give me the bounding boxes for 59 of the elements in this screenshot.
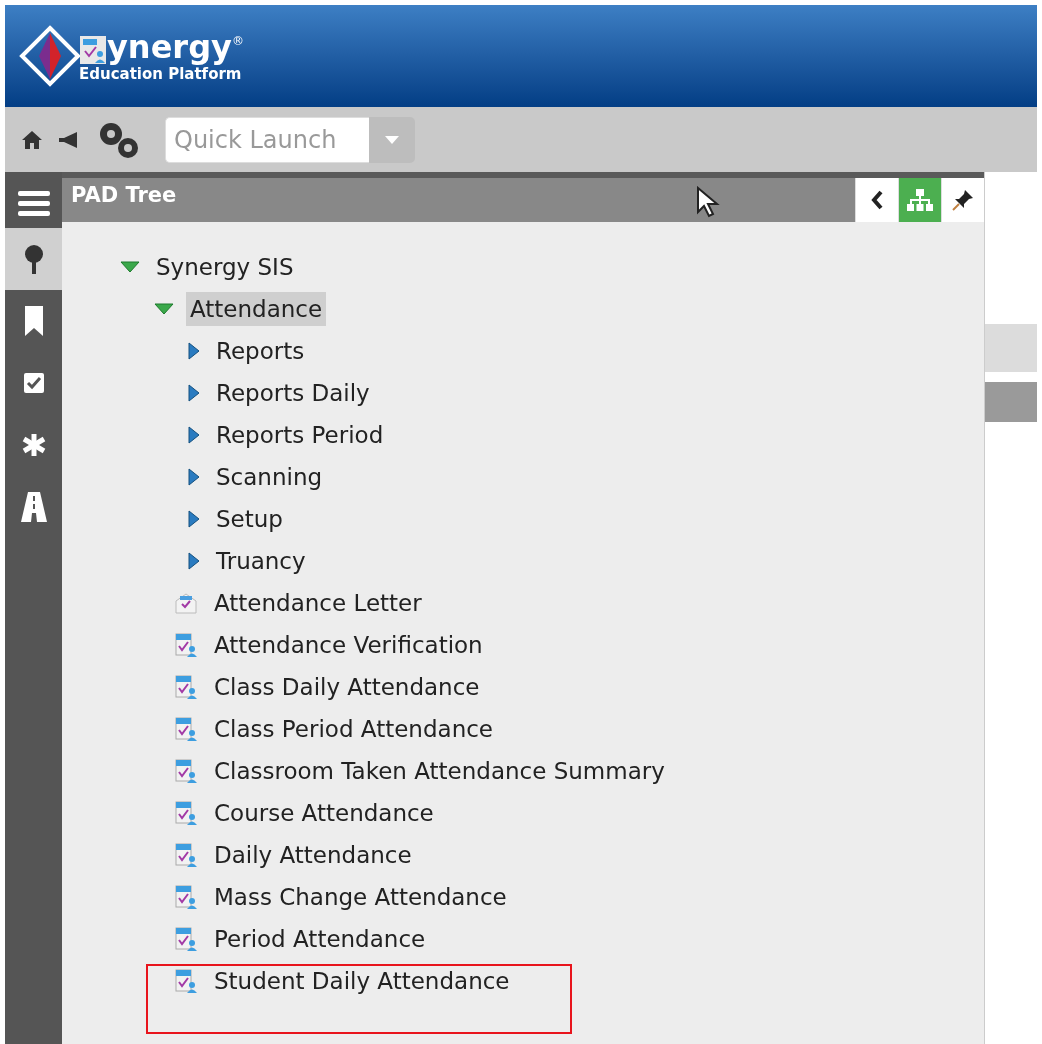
tree-item[interactable]: Mass Change Attendance <box>210 879 511 915</box>
road-icon <box>19 491 48 523</box>
checkbox-icon <box>22 371 45 395</box>
cursor-icon <box>696 186 722 218</box>
document-check-icon <box>174 926 198 952</box>
asterisk-icon <box>21 433 46 457</box>
envelope-icon <box>174 591 198 615</box>
tree-item[interactable]: Synergy SIS <box>152 249 298 285</box>
tree-item[interactable]: Course Attendance <box>210 795 438 831</box>
tree-item[interactable]: Daily Attendance <box>210 837 416 873</box>
pin-button[interactable] <box>941 178 984 222</box>
tree-item[interactable]: Student Daily Attendance <box>210 963 514 999</box>
tree-item[interactable]: Reports Period <box>212 417 388 453</box>
document-check-icon <box>174 632 198 658</box>
tree-item[interactable]: Attendance Letter <box>210 585 426 621</box>
logo-icon <box>19 25 81 87</box>
tree-item[interactable]: Truancy <box>212 543 310 579</box>
tree-item[interactable]: Attendance <box>186 291 327 327</box>
tree-item[interactable]: Scanning <box>212 459 327 495</box>
hierarchy-icon <box>906 188 934 212</box>
document-check-icon <box>174 674 198 700</box>
tree-item[interactable]: Period Attendance <box>210 921 430 957</box>
document-check-icon <box>174 968 198 994</box>
content-bar <box>985 324 1037 372</box>
trademark-mark: ® <box>231 34 244 47</box>
collapsed-arrow-icon[interactable] <box>188 552 200 570</box>
document-check-icon <box>174 884 198 910</box>
tree-item[interactable]: Class Daily Attendance <box>210 669 484 705</box>
content-bar <box>985 382 1037 422</box>
document-check-icon <box>174 842 198 868</box>
collapsed-arrow-icon[interactable] <box>188 426 200 444</box>
quick-launch-field[interactable]: Quick Launch <box>165 116 369 163</box>
expanded-arrow-icon[interactable] <box>154 303 174 315</box>
tree-item[interactable]: Attendance Verification <box>210 627 487 663</box>
tree-item[interactable]: Setup <box>212 501 287 537</box>
document-check-icon <box>174 716 198 742</box>
collapsed-arrow-icon[interactable] <box>188 342 200 360</box>
home-icon[interactable] <box>21 129 43 150</box>
collapse-button[interactable] <box>855 178 898 222</box>
collapsed-arrow-icon[interactable] <box>188 510 200 528</box>
chevron-left-icon <box>871 190 883 210</box>
tree-item[interactable]: Classroom Taken Attendance Summary <box>210 753 669 789</box>
bookmark-icon <box>22 304 45 338</box>
collapsed-arrow-icon[interactable] <box>188 384 200 402</box>
brand-name: ynergy <box>107 30 232 63</box>
brand-subtitle: Education Platform <box>79 66 243 82</box>
collapsed-arrow-icon[interactable] <box>188 468 200 486</box>
menu-icon[interactable] <box>17 189 50 217</box>
pin-icon <box>952 189 974 211</box>
caret-icon <box>384 134 400 145</box>
tree-item[interactable]: Reports Daily <box>212 375 374 411</box>
document-check-icon <box>174 758 198 784</box>
side-nav-item[interactable] <box>5 228 62 290</box>
document-check-icon <box>174 800 198 826</box>
expanded-arrow-icon[interactable] <box>120 261 140 273</box>
tree-item[interactable]: Reports <box>212 333 309 369</box>
panel-title: PAD Tree <box>71 182 177 210</box>
tree-item[interactable]: Class Period Attendance <box>210 711 497 747</box>
document-check-icon <box>79 34 107 65</box>
